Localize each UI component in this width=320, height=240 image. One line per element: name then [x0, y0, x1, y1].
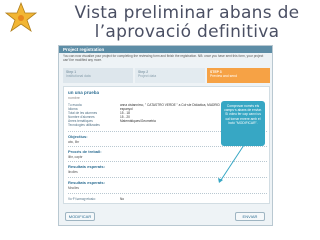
objectives-text: abc, llbr: [68, 140, 80, 144]
share-value: No: [120, 197, 125, 201]
process-text: llibr, capbr: [68, 155, 83, 159]
step-tab-1-caption: Institutional data: [66, 74, 91, 78]
field-label: Tecnologies utilitzades: [68, 123, 100, 127]
slide-title-line-1: Vista preliminar abans de: [74, 3, 300, 23]
process-heading: Procés de treball:: [68, 149, 102, 154]
step-tab-2-caption: Project data: [138, 74, 157, 78]
objectives-heading: Objectius:: [68, 134, 88, 139]
intro-text: You can now visualize your project for c…: [63, 54, 264, 62]
share-row: Vo·F¼omog·etusio: No: [68, 197, 218, 201]
slide-title-line-2: l’aprovació definitiva: [94, 22, 280, 42]
window-title: Project registration: [63, 47, 105, 52]
preview-panel: un una prueba nombre Tu escola anna cist…: [63, 86, 270, 204]
share-label: Vo·F¼omog·etusio:: [68, 197, 96, 201]
step-tabs: Step 1 Institutional data Step 2 Project…: [63, 68, 270, 83]
registration-window: Project registration You can now visuali…: [58, 45, 273, 226]
field-row: Tecnologies utilitzades: [68, 123, 218, 127]
results-heading: Resultats esperats:: [68, 164, 105, 169]
star-logo-icon: [4, 2, 38, 32]
divider: [68, 193, 267, 194]
project-title: un una prueba: [68, 90, 100, 95]
modify-button[interactable]: MODIFICAR: [65, 212, 95, 221]
step-tab-2[interactable]: Step 2 Project data: [135, 68, 205, 83]
expected-results-text: Mnolles: [68, 186, 79, 190]
slide-title: Vista preliminar abans de l’aprovació de…: [56, 4, 318, 42]
results-text: llnolles: [68, 170, 78, 174]
step-tab-3-caption: Preview and send: [210, 74, 237, 78]
divider: [68, 161, 267, 162]
step-tab-3-active[interactable]: STEP 3 Preview and send: [207, 68, 270, 83]
send-button[interactable]: ENVIAR: [235, 212, 265, 221]
project-subtitle: nombre: [68, 96, 80, 100]
divider: [68, 177, 267, 178]
window-header: Project registration: [59, 46, 272, 53]
step-tab-1[interactable]: Step 1 Institutional data: [63, 68, 133, 83]
divider: [68, 146, 267, 147]
expected-results-heading: Resultats esperats:: [68, 180, 105, 185]
annotation-callout: Comprovar només els camps·s abans de env…: [221, 101, 265, 146]
